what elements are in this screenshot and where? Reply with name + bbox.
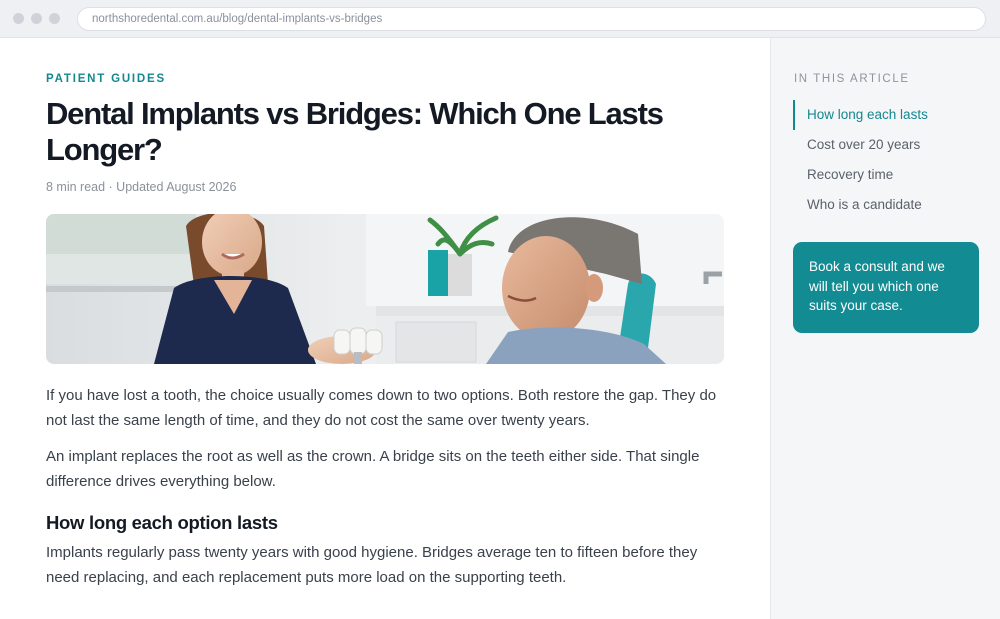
address-bar[interactable]: northshoredental.com.au/blog/dental-impl…: [77, 7, 986, 31]
article-category[interactable]: PATIENT GUIDES: [46, 73, 166, 85]
toc-item-candidate[interactable]: Who is a candidate: [793, 190, 983, 220]
section-heading: How long each option lasts: [46, 512, 278, 533]
toc-item-recovery[interactable]: Recovery time: [793, 160, 983, 190]
browser-toolbar: northshoredental.com.au/blog/dental-impl…: [0, 0, 1000, 38]
article-title: Dental Implants vs Bridges: Which One La…: [46, 96, 664, 167]
window-controls: [13, 13, 60, 24]
toc-item-cost[interactable]: Cost over 20 years: [793, 130, 983, 160]
toc-item-how-long[interactable]: How long each lasts: [793, 100, 983, 130]
table-of-contents-sidebar: IN THIS ARTICLE How long each lasts Cost…: [770, 38, 1000, 619]
maximize-window-dot[interactable]: [49, 13, 60, 24]
article-main: PATIENT GUIDES Dental Implants vs Bridge…: [0, 38, 771, 619]
toc-heading: IN THIS ARTICLE: [794, 73, 910, 85]
book-consult-button[interactable]: Book a consult and we will tell you whic…: [793, 242, 979, 333]
hero-image: [46, 214, 724, 364]
intro-paragraph: If you have lost a tooth, the choice usu…: [46, 387, 717, 429]
section-paragraph: Implants regularly pass twenty years wit…: [46, 544, 698, 586]
close-window-dot[interactable]: [13, 13, 24, 24]
body-paragraph: An implant replaces the root as well as …: [46, 448, 700, 490]
article-meta: 8 min read · Updated August 2026: [46, 180, 237, 194]
toc-list: How long each lasts Cost over 20 years R…: [793, 100, 983, 220]
minimize-window-dot[interactable]: [31, 13, 42, 24]
